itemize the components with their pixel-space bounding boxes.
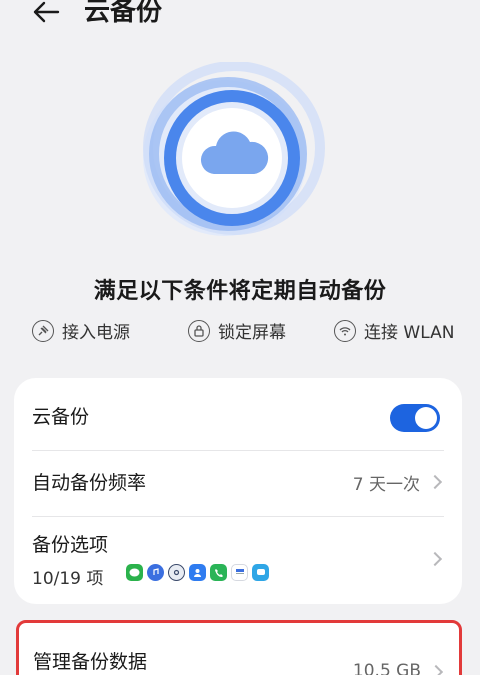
condition-label: 连接 WLAN [364,323,455,343]
condition-power: 接入电源 [32,318,130,343]
backup-options-count: 10/19 项 [32,569,104,589]
backup-conditions-headline: 满足以下条件将定期自动备份 [93,279,387,304]
manage-backup-data-row[interactable]: 管理备份数据 10.5 GB [16,620,462,675]
wechat-icon [126,564,143,581]
cloud-backup-toggle[interactable] [390,404,440,432]
backup-options-label: 备份选项 [32,534,109,556]
backup-frequency-value: 7 天一次 [352,475,420,495]
backup-options-row[interactable]: 备份选项 10/19 项 [14,516,462,604]
back-button[interactable] [28,0,64,30]
phone-icon [210,564,227,581]
chevron-right-icon [428,664,444,675]
power-plug-icon [32,319,54,342]
messages-icon [252,564,269,581]
condition-label: 接入电源 [62,323,130,343]
settings-gear-icon [168,564,185,581]
top-bar: 云备份 [0,0,480,40]
condition-wlan: 连接 WLAN [334,318,454,343]
toggle-knob [415,407,437,429]
backup-frequency-label: 自动备份频率 [32,472,147,494]
chevron-right-icon [427,474,443,490]
cloud-backup-illustration [130,61,330,242]
backup-frequency-row[interactable]: 自动备份频率 7 天一次 [14,450,462,516]
condition-label: 锁定屏幕 [218,323,286,343]
cloud-backup-row[interactable]: 云备份 [14,378,462,454]
calendar-icon [231,564,248,581]
contacts-icon [189,564,206,581]
music-icon [147,564,164,581]
backup-app-icons [126,564,269,581]
backup-settings-card: 云备份 自动备份频率 7 天一次 备份选项 10/19 项 [14,378,462,604]
cloud-backup-label: 云备份 [32,406,90,428]
conditions-row: 接入电源 锁定屏幕 连接 WLAN [0,318,480,346]
wifi-icon [334,319,356,342]
back-arrow-icon [33,1,60,23]
page-title: 云备份 [84,0,163,27]
condition-lock-screen: 锁定屏幕 [188,318,286,343]
manage-backup-label: 管理备份数据 [33,651,148,673]
chevron-right-icon [427,551,443,567]
lock-icon [188,319,210,342]
manage-backup-size: 10.5 GB [352,661,421,675]
